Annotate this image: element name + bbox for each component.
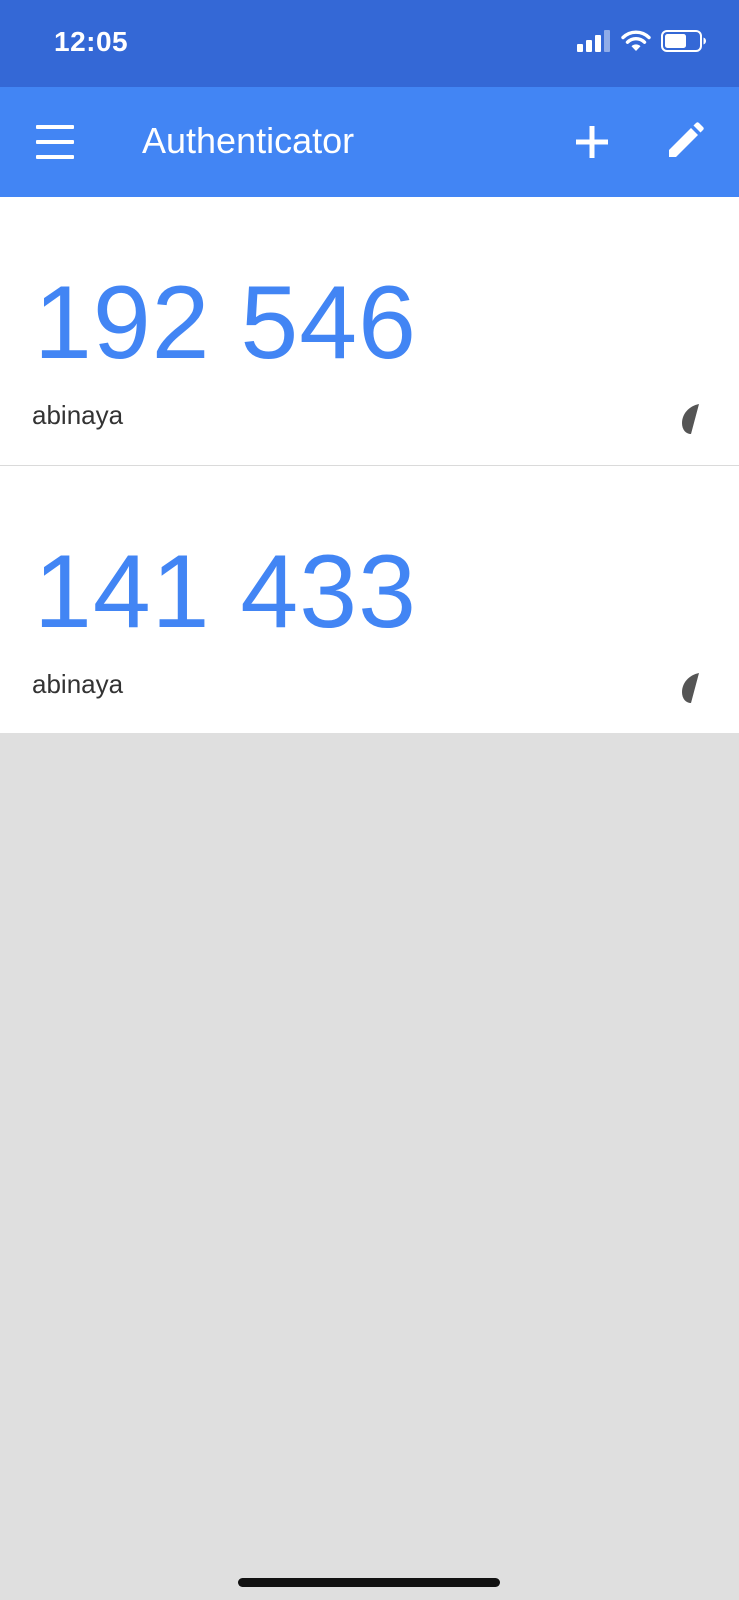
plus-icon[interactable]: [572, 122, 612, 162]
pencil-icon[interactable]: [664, 120, 706, 162]
app-bar: Authenticator: [0, 87, 739, 197]
status-time: 12:05: [54, 26, 129, 57]
wifi-icon: [621, 30, 651, 51]
status-icons: [577, 30, 707, 52]
account-name: abinaya: [32, 400, 124, 430]
cellular-signal-icon: [577, 30, 610, 52]
account-row[interactable]: 141 433 abinaya: [0, 465, 739, 733]
account-name: abinaya: [32, 669, 124, 699]
otp-code: 192 546: [34, 265, 417, 381]
status-bar: 12:05: [0, 0, 739, 87]
menu-line: [36, 140, 74, 144]
home-indicator[interactable]: [238, 1578, 500, 1587]
countdown-timer-icon: [682, 404, 699, 434]
menu-line: [36, 125, 74, 129]
menu-line: [36, 155, 74, 159]
otp-code: 141 433: [34, 534, 417, 650]
countdown-timer-icon: [682, 673, 699, 703]
hamburger-menu-icon[interactable]: [36, 123, 74, 161]
account-list: 192 546 abinaya 141 433 abinaya: [0, 197, 739, 733]
account-row[interactable]: 192 546 abinaya: [0, 197, 739, 465]
app-title: Authenticator: [142, 120, 355, 161]
battery-icon: [661, 30, 706, 52]
